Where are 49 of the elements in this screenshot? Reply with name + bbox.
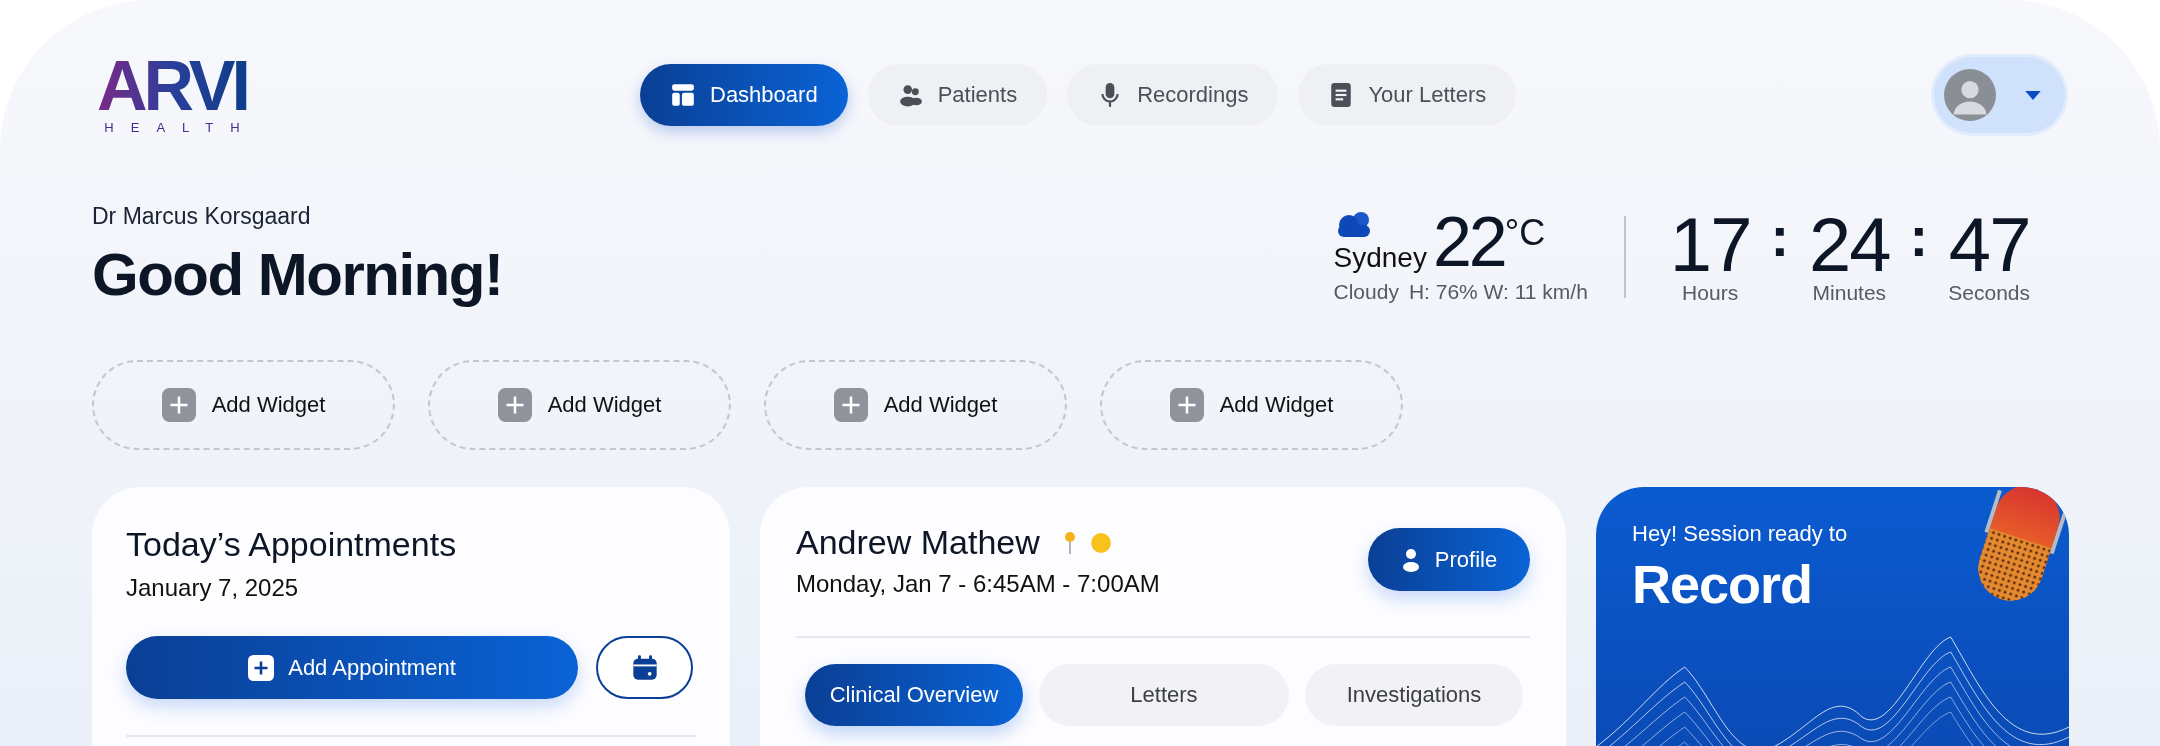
clock-label: Hours (1682, 281, 1739, 306)
add-widget-button[interactable]: Add Widget (1100, 360, 1403, 450)
person-icon (1400, 547, 1421, 572)
add-widget-button[interactable]: Add Widget (92, 360, 395, 450)
record-card[interactable]: Hey! Session ready to Record (1596, 487, 2069, 746)
plus-icon (497, 388, 532, 422)
patient-tab[interactable]: Investigations (1305, 664, 1523, 726)
weather-details: H: 76% W: 11 km/h (1408, 280, 1588, 305)
caret-icon (2024, 89, 2042, 101)
calendar-icon (630, 653, 659, 682)
pin-icon (1063, 530, 1076, 555)
nav-tab[interactable]: Dashboard (640, 64, 848, 126)
plus-icon (161, 388, 196, 422)
status-dot-icon (1089, 531, 1112, 554)
add-widget-button[interactable]: Add Widget (428, 360, 731, 450)
nav-tab[interactable]: Recordings (1067, 64, 1279, 126)
doctor-name: Dr Marcus Korsgaard (92, 203, 312, 230)
dashboard-icon (670, 82, 696, 108)
patient-tab[interactable]: Letters (1039, 664, 1289, 726)
patient-tab[interactable]: Clinical Overview (805, 664, 1023, 726)
temperature-unit: °C (1504, 212, 1546, 254)
plus-icon (1169, 388, 1204, 422)
people-icon (897, 82, 924, 108)
temperature: 22 (1432, 212, 1505, 273)
user-menu[interactable] (1934, 57, 2065, 133)
clock-separator: : (1770, 209, 1790, 265)
nav-tab[interactable]: Patients (867, 64, 1048, 126)
patient-name: Andrew Mathew (796, 523, 1040, 562)
appointments-date: January 7, 2025 (126, 574, 300, 602)
add-appointment-button[interactable]: Add Appointment (126, 636, 578, 699)
clock-separator: : (1909, 209, 1929, 265)
clock-value: 17 (1669, 209, 1751, 282)
clock-value: 24 (1809, 209, 1890, 282)
greeting-title: Good Morning! (92, 240, 503, 309)
clock-label: Minutes (1812, 281, 1887, 306)
record-title: Record (1632, 553, 1814, 615)
city-name: Sydney (1333, 244, 1427, 273)
card-title: Today’s Appointments (126, 525, 458, 564)
nav-tab[interactable]: Your Letters (1298, 64, 1517, 126)
add-widget-button[interactable]: Add Widget (764, 360, 1067, 450)
clock-label: Seconds (1948, 281, 2030, 306)
plus-icon (248, 654, 275, 681)
avatar-icon (1944, 69, 1996, 121)
weather-condition: Cloudy (1333, 280, 1399, 305)
plus-icon (833, 388, 868, 422)
record-kicker: Hey! Session ready to (1632, 521, 1849, 547)
profile-button[interactable]: Profile (1368, 528, 1530, 591)
appointment-time: Monday, Jan 7 - 6:45AM - 7:00AM (796, 570, 1160, 598)
clock-value: 47 (1948, 209, 2030, 282)
